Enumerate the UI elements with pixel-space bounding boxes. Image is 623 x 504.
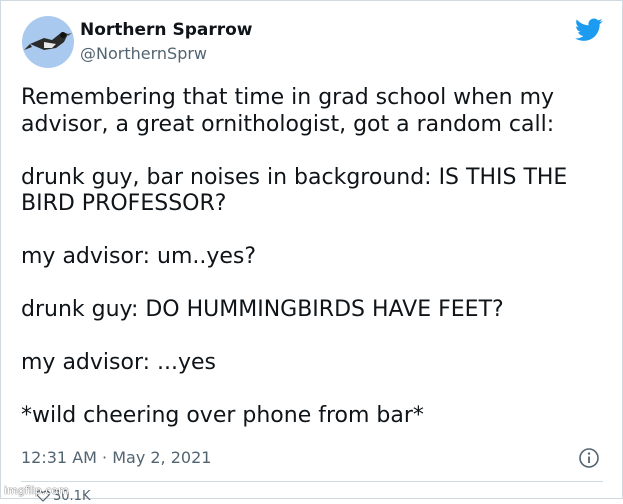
sparrow-avatar-icon xyxy=(24,32,72,50)
divider xyxy=(21,481,603,482)
tweet-line: my advisor: ...yes xyxy=(21,350,217,375)
tweet-body: Remembering that time in grad school whe… xyxy=(21,85,611,430)
tweet-paragraph: Remembering that time in grad school whe… xyxy=(21,85,611,138)
tweet-timestamp[interactable]: 12:31 AM · May 2, 2021 xyxy=(21,448,211,467)
tweet-paragraph: drunk guy: DO HUMMINGBIRDS HAVE FEET? xyxy=(21,297,611,324)
author-name[interactable]: Northern Sparrow xyxy=(80,20,253,40)
tweet-paragraph: my advisor: um..yes? xyxy=(21,244,611,271)
info-icon[interactable] xyxy=(578,447,600,469)
twitter-bird-icon[interactable] xyxy=(575,18,603,42)
avatar[interactable] xyxy=(22,16,74,68)
tweet-paragraph: *wild cheering over phone from bar* xyxy=(21,403,611,430)
tweet-paragraph: my advisor: ...yes xyxy=(21,350,611,377)
tweet-line: *wild cheering over phone from bar* xyxy=(21,403,424,428)
tweet-line: drunk guy: DO HUMMINGBIRDS HAVE FEET? xyxy=(21,297,504,322)
tweet-line: Remembering that time in grad school whe… xyxy=(21,85,555,110)
author-handle[interactable]: @NorthernSprw xyxy=(80,44,207,63)
tweet-paragraph: drunk guy, bar noises in background: IS … xyxy=(21,165,611,218)
tweet-line: drunk guy, bar noises in background: IS … xyxy=(21,164,568,190)
tweet-line: advisor, a great ornithologist, got a ra… xyxy=(21,111,555,137)
tweet-line: my advisor: um..yes? xyxy=(21,244,257,269)
watermark: imgflip.com xyxy=(4,484,69,497)
tweet-line: BIRD PROFESSOR? xyxy=(21,191,227,216)
